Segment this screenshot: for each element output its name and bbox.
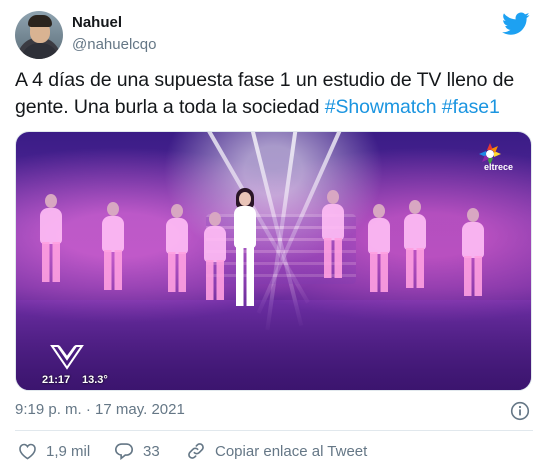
clock-temperature: 13.3° xyxy=(82,374,108,386)
broadcast-logo-icon xyxy=(50,345,84,370)
tweet-media-video[interactable]: eltrece 21:17 13.3° xyxy=(15,131,532,391)
tweet-text: A 4 días de una supuesta fase 1 un estud… xyxy=(15,67,535,121)
tweet-card: Nahuel @nahuelcqo A 4 días de una supues… xyxy=(0,0,548,468)
hashtag-showmatch[interactable]: #Showmatch xyxy=(325,96,437,118)
copy-link-button[interactable]: Copiar enlace al Tweet xyxy=(186,441,367,461)
twitter-bird-icon[interactable] xyxy=(502,12,530,36)
like-count: 1,9 mil xyxy=(46,442,91,460)
info-icon[interactable] xyxy=(510,401,530,421)
avatar-hair xyxy=(28,15,52,27)
reply-bubble-icon xyxy=(114,443,134,460)
display-name[interactable]: Nahuel xyxy=(72,14,122,31)
link-icon xyxy=(188,443,204,459)
reply-button[interactable]: 33 xyxy=(114,441,160,461)
avatar-shirt xyxy=(21,43,59,59)
clock-time: 21:17 xyxy=(42,374,71,386)
divider xyxy=(15,430,533,431)
reply-count: 33 xyxy=(143,442,160,460)
copy-link-label: Copiar enlace al Tweet xyxy=(215,442,368,460)
like-button[interactable]: 1,9 mil xyxy=(18,441,90,461)
tweet-timestamp[interactable]: 9:19 p. m. · 17 may. 2021 xyxy=(15,401,185,418)
heart-icon xyxy=(19,443,36,460)
hashtag-fase1[interactable]: #fase1 xyxy=(442,96,500,118)
user-handle[interactable]: @nahuelcqo xyxy=(72,36,156,53)
avatar[interactable] xyxy=(15,11,63,59)
channel-label: eltrece xyxy=(483,162,513,172)
